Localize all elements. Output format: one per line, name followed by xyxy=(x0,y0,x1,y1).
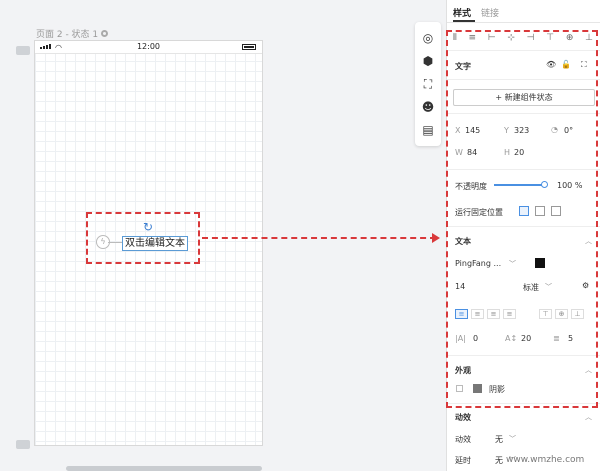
cube-icon[interactable]: ⬢ xyxy=(423,55,433,67)
page-state-label: 页面 2 - 状态 1 xyxy=(36,27,109,40)
rotate-icon[interactable]: ↻ xyxy=(143,220,153,234)
text-element[interactable]: 双击编辑文本 xyxy=(122,236,188,251)
animation-section-title: 动效 xyxy=(455,413,471,422)
active-tab-indicator xyxy=(453,20,475,22)
layout-icon[interactable]: ▤ xyxy=(422,124,433,136)
status-time: 12:00 xyxy=(136,42,161,51)
animation-label: 动效 xyxy=(455,435,471,444)
floating-toolbar: ◎ ⬢ ⛶ ☻ ▤ xyxy=(415,22,441,146)
page-state-text: 页面 2 - 状态 1 xyxy=(36,30,99,40)
chevron-down-icon[interactable]: ﹀ xyxy=(509,434,516,444)
callout-arrow-line xyxy=(202,237,436,239)
chevron-up-icon[interactable]: ︿ xyxy=(585,412,592,422)
animation-select[interactable]: 无 xyxy=(495,434,503,445)
crop-icon[interactable]: ⛶ xyxy=(424,78,432,90)
ruler-marker-bottom xyxy=(16,440,30,449)
target-icon[interactable]: ◎ xyxy=(423,32,433,44)
delay-select[interactable]: 无 xyxy=(495,455,503,466)
tab-link[interactable]: 链接 xyxy=(481,6,499,19)
watermark: www.wmzhe.com xyxy=(506,455,585,465)
callout-arrow-head xyxy=(432,233,440,243)
ruler-marker-top xyxy=(16,46,30,55)
delay-label: 延时 xyxy=(455,456,471,465)
horizontal-scrollbar[interactable] xyxy=(66,466,262,471)
gear-icon[interactable] xyxy=(101,30,109,37)
panel-highlight-box xyxy=(446,30,598,408)
connector-line xyxy=(108,242,122,243)
panel-tabs: 样式 链接 xyxy=(447,0,600,23)
phone-status-bar: ◠ 12:00 xyxy=(35,41,262,54)
emoji-icon[interactable]: ☻ xyxy=(422,101,435,113)
battery-icon xyxy=(242,44,256,50)
tab-style[interactable]: 样式 xyxy=(453,6,471,19)
